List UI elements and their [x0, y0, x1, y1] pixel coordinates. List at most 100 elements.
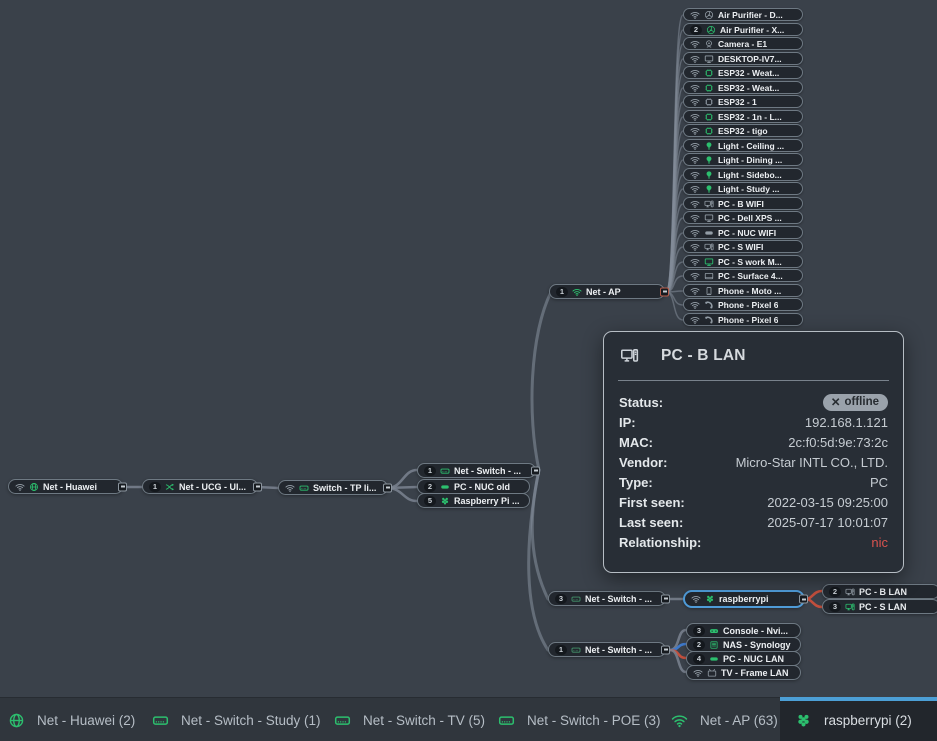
device-node-pc-s-work[interactable]: PC - S work M... — [683, 255, 803, 268]
pc-icon — [620, 346, 639, 365]
controller-icon — [709, 626, 719, 636]
field-first-seen: First seen: 2022-03-15 09:25:00 — [616, 492, 891, 512]
device-node-esp32-tigo[interactable]: ESP32 - tigo — [683, 124, 803, 137]
device-label: Light - Ceiling ... — [718, 141, 784, 151]
node-net-ucg[interactable]: 1 Net - UCG - Ul... — [142, 479, 258, 494]
popup-header: PC - B LAN — [616, 343, 891, 365]
device-node-phone-pixel6-a[interactable]: Phone - Pixel 6 — [683, 298, 803, 311]
device-node-esp32-weat-2[interactable]: ESP32 - Weat... — [683, 81, 803, 94]
device-node-light-study[interactable]: Light - Study ... — [683, 182, 803, 195]
node-console-nvidia[interactable]: 3 Console - Nvi... — [686, 623, 801, 638]
field-value: PC — [870, 475, 888, 490]
device-node-phone-pixel6-b[interactable]: Phone - Pixel 6 — [683, 313, 803, 326]
node-label: NAS - Synology — [723, 640, 791, 650]
tab-net-switch-study[interactable]: Net - Switch - Study (1) — [152, 698, 321, 741]
device-label: PC - Surface 4... — [718, 271, 783, 281]
switch-icon — [299, 483, 309, 493]
device-node-pc-surface[interactable]: PC - Surface 4... — [683, 269, 803, 282]
pc-icon — [845, 587, 855, 597]
node-raspberrypi-selected[interactable]: raspberrypi — [683, 590, 805, 608]
field-mac: MAC: 2c:f0:5d:9e:73:2c — [616, 432, 891, 452]
pc-icon — [704, 242, 714, 252]
wifi-icon — [690, 141, 700, 151]
collapse-button[interactable] — [661, 645, 670, 654]
device-node-air-purifier-x[interactable]: 2Air Purifier - X... — [683, 23, 803, 36]
port-badge: 1 — [556, 287, 568, 297]
collapse-button[interactable] — [118, 482, 127, 491]
collapse-button[interactable] — [799, 595, 808, 604]
device-node-esp32-1n[interactable]: ESP32 - 1n - L... — [683, 110, 803, 123]
node-raspberry-pi[interactable]: 5 Raspberry Pi ... — [417, 493, 530, 508]
wifi-icon — [690, 199, 700, 209]
device-label: Phone - Pixel 6 — [718, 300, 778, 310]
webcam-icon — [704, 39, 714, 49]
node-nas-synology[interactable]: 2 NAS - Synology — [686, 637, 801, 652]
node-net-switch-c[interactable]: 1 Net - Switch - ... — [548, 642, 666, 657]
collapse-button[interactable] — [660, 287, 669, 296]
node-pc-s-lan[interactable]: 3 PC - S LAN — [822, 599, 937, 614]
chip-icon — [704, 68, 714, 78]
port-badge: 1 — [555, 645, 567, 655]
globe-icon — [29, 482, 39, 492]
node-net-huawei[interactable]: Net - Huawei — [8, 479, 123, 494]
field-last-seen: Last seen: 2025-07-17 10:01:07 — [616, 512, 891, 532]
wifi-icon — [690, 39, 700, 49]
port-badge: 3 — [829, 602, 841, 612]
fan-icon — [704, 10, 714, 20]
port-badge: 1 — [424, 466, 436, 476]
bulb-icon — [704, 170, 714, 180]
node-label: raspberrypi — [719, 594, 769, 604]
switch-icon — [152, 712, 169, 729]
node-pc-b-lan[interactable]: 2 PC - B LAN — [822, 584, 937, 599]
tab-net-switch-poe[interactable]: Net - Switch - POE (3) — [498, 698, 661, 741]
network-topology-screen: Air Purifier - D... 2Air Purifier - X...… — [0, 0, 937, 741]
device-node-esp32-1[interactable]: ESP32 - 1 — [683, 95, 803, 108]
port-badge: 2 — [693, 640, 705, 650]
chip-icon — [704, 112, 714, 122]
device-node-light-sideboard[interactable]: Light - Sidebo... — [683, 168, 803, 181]
field-value: 2025-07-17 10:01:07 — [767, 515, 888, 530]
node-label: PC - B LAN — [859, 587, 907, 597]
divider — [618, 380, 889, 381]
node-net-ap[interactable]: 1 Net - AP — [549, 284, 665, 299]
port-badge: 2 — [424, 482, 436, 492]
collapse-button[interactable] — [531, 466, 540, 475]
node-tv-frame-lan[interactable]: TV - Frame LAN — [686, 665, 801, 680]
node-pc-nuc-old[interactable]: 2 PC - NUC old — [417, 479, 530, 494]
wifi-icon — [690, 242, 700, 252]
node-label: Net - Switch - ... — [454, 466, 521, 476]
device-node-pc-s-wifi[interactable]: PC - S WIFI — [683, 240, 803, 253]
node-switch-tp[interactable]: Switch - TP li... — [278, 480, 388, 495]
device-node-desktop[interactable]: DESKTOP-IV7... — [683, 52, 803, 65]
collapse-button[interactable] — [661, 594, 670, 603]
collapse-button[interactable] — [253, 482, 262, 491]
device-node-pc-dell-xps[interactable]: PC - Dell XPS ... — [683, 211, 803, 224]
raspberry-icon — [795, 712, 812, 729]
node-label: Net - AP — [586, 287, 621, 297]
node-net-switch-a[interactable]: 1 Net - Switch - ... — [417, 463, 536, 478]
device-node-light-ceiling[interactable]: Light - Ceiling ... — [683, 139, 803, 152]
collapse-button[interactable] — [383, 483, 392, 492]
tab-raspberrypi-active[interactable]: raspberrypi (2) — [780, 698, 937, 741]
device-node-camera-e1[interactable]: Camera - E1 — [683, 37, 803, 50]
tab-net-ap[interactable]: Net - AP (63) — [671, 698, 778, 741]
wifi-icon — [285, 483, 295, 493]
device-label: Light - Study ... — [718, 184, 779, 194]
wifi-icon — [690, 300, 700, 310]
fan-icon — [706, 25, 716, 35]
bulb-icon — [704, 141, 714, 151]
device-node-esp32-weat-1[interactable]: ESP32 - Weat... — [683, 66, 803, 79]
wifi-icon — [690, 112, 700, 122]
node-pc-nuc-lan[interactable]: 4 PC - NUC LAN — [686, 651, 801, 666]
device-node-air-purifier-d[interactable]: Air Purifier - D... — [683, 8, 803, 21]
node-label: Net - Huawei — [43, 482, 97, 492]
field-value: Micro-Star INTL CO., LTD. — [736, 455, 888, 470]
device-node-pc-nuc-wifi[interactable]: PC - NUC WIFI — [683, 226, 803, 239]
device-node-phone-moto[interactable]: Phone - Moto ... — [683, 284, 803, 297]
device-node-pc-b-wifi[interactable]: PC - B WIFI — [683, 197, 803, 210]
tab-net-switch-tv[interactable]: Net - Switch - TV (5) — [334, 698, 485, 741]
device-details-popup: PC - B LAN Status: ✕offline IP: 192.168.… — [603, 331, 904, 573]
tab-net-huawei[interactable]: Net - Huawei (2) — [8, 698, 135, 741]
device-node-light-dining[interactable]: Light - Dining ... — [683, 153, 803, 166]
node-net-switch-b[interactable]: 3 Net - Switch - ... — [548, 591, 666, 606]
